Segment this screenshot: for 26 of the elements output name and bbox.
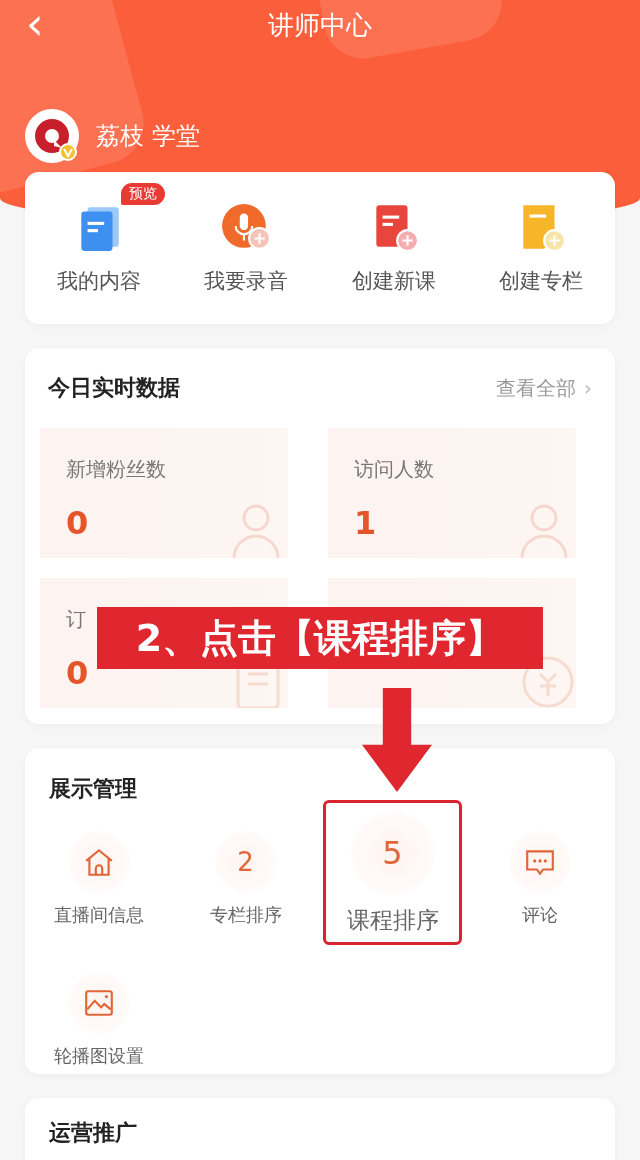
menu-item[interactable]: 2 专栏排序 xyxy=(172,810,319,945)
stat-label: 新增粉丝数 xyxy=(66,456,166,483)
number-icon: 5 xyxy=(382,834,403,872)
stat-value: 1 xyxy=(354,504,377,542)
image-icon xyxy=(82,987,115,1019)
quick-action[interactable]: 预览 我的内容 xyxy=(25,179,173,295)
menu-item[interactable]: 直播间信息 xyxy=(25,810,172,945)
stat-value: 0 xyxy=(66,504,89,542)
avatar-icon xyxy=(24,108,80,164)
menu-item[interactable]: 评论 xyxy=(466,810,613,945)
annotation-banner: 2、点击【课程排序】 xyxy=(97,607,543,669)
section-title: 运营推广 xyxy=(49,1120,137,1145)
stat-label: 订 xyxy=(66,606,86,633)
section-title: 展示管理 xyxy=(49,775,138,803)
number-icon: 2 xyxy=(237,847,254,877)
preview-badge: 预览 xyxy=(120,183,165,205)
page-title: 讲师中心 xyxy=(268,8,372,42)
quick-action[interactable]: 我要录音 xyxy=(172,179,320,295)
quick-action[interactable]: 创建专栏 xyxy=(467,179,615,295)
quick-action[interactable]: 创建新课 xyxy=(320,179,468,295)
menu-item[interactable]: 5 课程排序 xyxy=(323,800,462,945)
menu-item[interactable]: 轮播图设置 xyxy=(25,951,172,1081)
stat-value: 0 xyxy=(66,654,89,692)
stat-label: 访问人数 xyxy=(354,456,434,483)
section-title: 今日实时数据 xyxy=(48,374,180,402)
profile-name: 荔枝 学堂 xyxy=(96,121,200,152)
